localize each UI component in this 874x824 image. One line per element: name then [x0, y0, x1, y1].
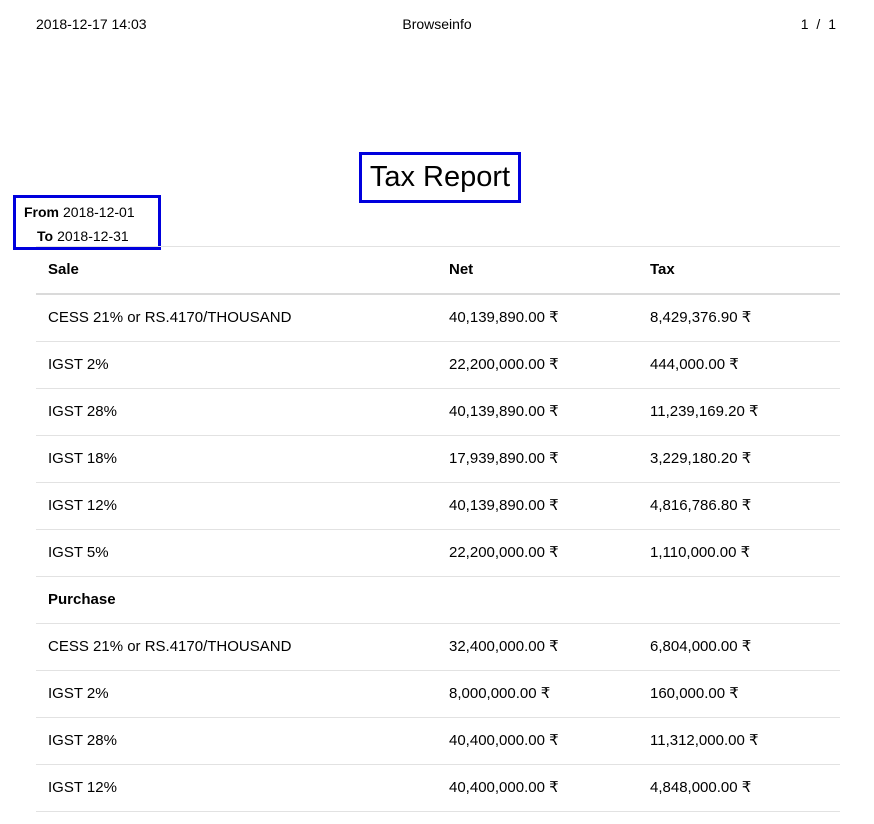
tax-name: IGST 28% [48, 403, 117, 420]
table-row: IGST 2% 8,000,000.00 ₹ 160,000.00 ₹ [36, 671, 840, 718]
net-amount: 40,139,890.00 ₹ [449, 497, 559, 514]
header-tax: Tax [650, 261, 675, 278]
net-amount: 8,000,000.00 ₹ [449, 685, 551, 702]
tax-name: IGST 2% [48, 685, 109, 702]
tax-name: CESS 21% or RS.4170/THOUSAND [48, 309, 292, 326]
to-date: 2018-12-31 [57, 228, 129, 244]
tax-table: Sale Net Tax CESS 21% or RS.4170/THOUSAN… [36, 246, 840, 812]
tax-name: CESS 21% or RS.4170/THOUSAND [48, 638, 292, 655]
table-row: IGST 2% 22,200,000.00 ₹ 444,000.00 ₹ [36, 342, 840, 389]
net-amount: 40,400,000.00 ₹ [449, 732, 559, 749]
tax-name: IGST 12% [48, 779, 117, 796]
tax-name: IGST 2% [48, 356, 109, 373]
net-amount: 22,200,000.00 ₹ [449, 356, 559, 373]
net-amount: 40,139,890.00 ₹ [449, 403, 559, 420]
date-range: From 2018-12-01 To 2018-12-31 [13, 195, 161, 250]
print-header-title: Browseinfo [402, 16, 472, 32]
header-net: Net [449, 261, 474, 278]
tax-name: IGST 18% [48, 450, 117, 467]
date-range-to: To 2018-12-31 [37, 227, 129, 245]
tax-amount: 4,816,786.80 ₹ [650, 497, 752, 514]
table-header-row: Sale Net Tax [36, 247, 840, 295]
table-row: IGST 18% 17,939,890.00 ₹ 3,229,180.20 ₹ [36, 436, 840, 483]
tax-amount: 6,804,000.00 ₹ [650, 638, 752, 655]
tax-amount: 11,239,169.20 ₹ [650, 403, 759, 420]
from-label: From [24, 204, 59, 220]
tax-amount: 8,429,376.90 ₹ [650, 309, 752, 326]
table-row: IGST 12% 40,400,000.00 ₹ 4,848,000.00 ₹ [36, 765, 840, 812]
from-date: 2018-12-01 [63, 204, 135, 220]
net-amount: 22,200,000.00 ₹ [449, 544, 559, 561]
to-label: To [37, 228, 54, 244]
tax-name: IGST 28% [48, 732, 117, 749]
purchase-label: Purchase [48, 591, 116, 608]
date-range-from: From 2018-12-01 [24, 203, 135, 221]
net-amount: 40,139,890.00 ₹ [449, 309, 559, 326]
tax-name: IGST 5% [48, 544, 109, 561]
table-row: CESS 21% or RS.4170/THOUSAND 40,139,890.… [36, 295, 840, 342]
table-row: IGST 28% 40,139,890.00 ₹ 11,239,169.20 ₹ [36, 389, 840, 436]
tax-amount: 160,000.00 ₹ [650, 685, 739, 702]
tax-amount: 444,000.00 ₹ [650, 356, 739, 373]
net-amount: 17,939,890.00 ₹ [449, 450, 559, 467]
table-row: IGST 5% 22,200,000.00 ₹ 1,110,000.00 ₹ [36, 530, 840, 577]
purchase-section-row: Purchase [36, 577, 840, 624]
table-row: CESS 21% or RS.4170/THOUSAND 32,400,000.… [36, 624, 840, 671]
tax-amount: 1,110,000.00 ₹ [650, 544, 751, 561]
report-title: Tax Report [359, 152, 521, 203]
tax-amount: 4,848,000.00 ₹ [650, 779, 752, 796]
header-sale: Sale [48, 261, 79, 278]
page-indicator: 1 / 1 [800, 16, 836, 32]
tax-amount: 3,229,180.20 ₹ [650, 450, 752, 467]
table-row: IGST 28% 40,400,000.00 ₹ 11,312,000.00 ₹ [36, 718, 840, 765]
net-amount: 40,400,000.00 ₹ [449, 779, 559, 796]
table-row: IGST 12% 40,139,890.00 ₹ 4,816,786.80 ₹ [36, 483, 840, 530]
net-amount: 32,400,000.00 ₹ [449, 638, 559, 655]
tax-amount: 11,312,000.00 ₹ [650, 732, 759, 749]
tax-name: IGST 12% [48, 497, 117, 514]
